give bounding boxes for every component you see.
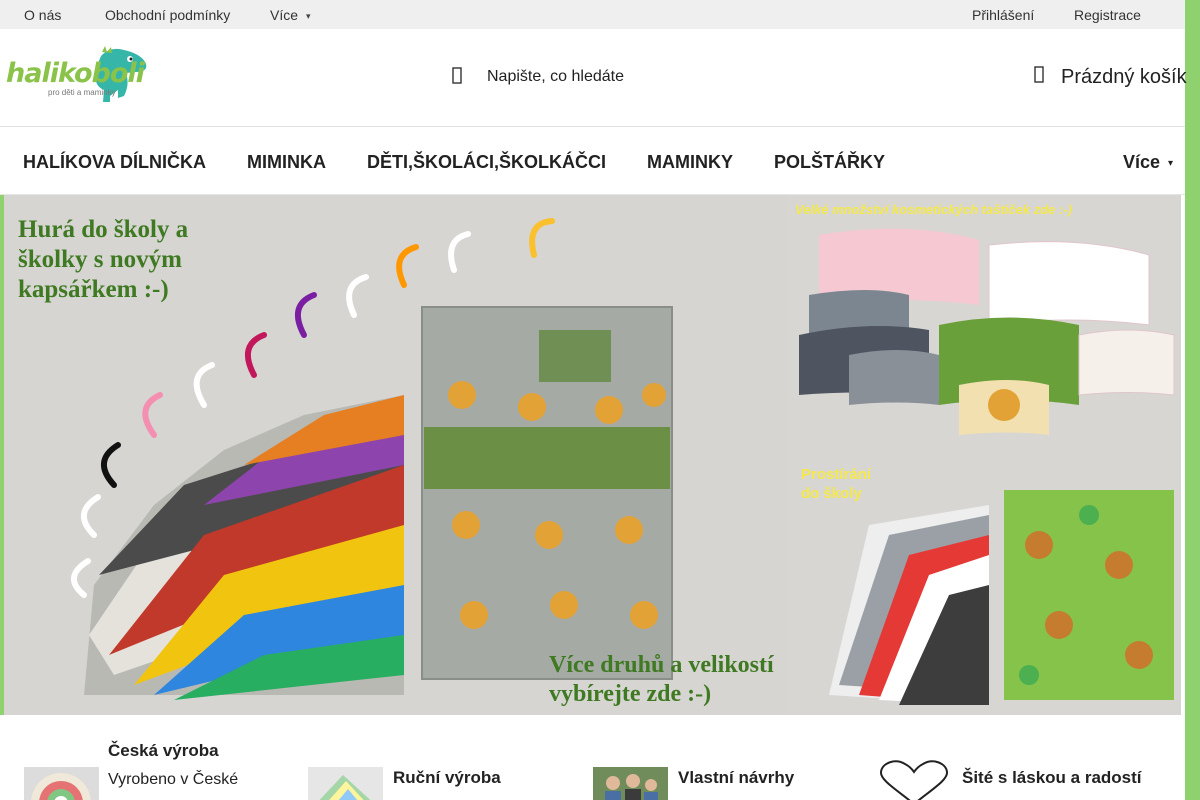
chevron-down-icon: ▾ xyxy=(1168,158,1174,169)
header: halikoboli pro děti a maminky Napište, c… xyxy=(0,29,1187,127)
banner-footer-text: Více druhů a velikostí vybírejte zde :-) xyxy=(549,651,774,709)
top-link-about[interactable]: O nás xyxy=(24,7,61,23)
cart-button[interactable]: Prázdný košík xyxy=(1033,64,1187,89)
top-link-terms[interactable]: Obchodní podmínky xyxy=(105,7,230,23)
cart-label: Prázdný košík xyxy=(1061,66,1187,88)
benefits-strip: Česká výroba Vyrobeno v České Ruční výro… xyxy=(0,715,1185,800)
benefit-title-own-designs: Vlastní návrhy xyxy=(678,768,795,787)
benefit-title-love: Šité s láskou a radostí xyxy=(962,768,1142,787)
heart-icon xyxy=(877,760,952,800)
top-more-label: Více xyxy=(270,7,299,23)
banner-cosmetic-bags[interactable]: Velké množství kosmetických taštiček zde… xyxy=(789,195,1181,455)
nav-more-label: Více xyxy=(1123,152,1161,172)
banner-footer-line: vybírejte zde :-) xyxy=(549,681,712,707)
nav-item-more[interactable]: Více ▾ xyxy=(1123,152,1173,173)
main-navigation: HALÍKOVA DÍLNIČKA MIMINKA DĚTI,ŠKOLÁCI,Š… xyxy=(0,127,1185,195)
benefit-text-czech: Vyrobeno v České xyxy=(108,771,239,788)
benefit-thumbnail-handmade xyxy=(308,767,383,800)
nav-item-polstarky[interactable]: POLŠTÁŘKY xyxy=(774,152,885,173)
nav-item-miminka[interactable]: MIMINKA xyxy=(247,152,326,173)
nav-item-maminky[interactable]: MAMINKY xyxy=(647,152,733,173)
nav-item-halikova-dilnicka[interactable]: HALÍKOVA DÍLNIČKA xyxy=(23,152,206,173)
search-icon xyxy=(451,65,471,89)
page-edge-decoration xyxy=(1185,0,1200,800)
logo-tagline: pro děti a maminky xyxy=(48,88,116,97)
cosmetic-bags-caption: Velké množství kosmetických taštiček zde… xyxy=(795,202,1072,217)
top-link-more[interactable]: Více ▾ xyxy=(270,7,311,23)
banner-placemats[interactable]: Prostírání do školy xyxy=(789,455,1181,715)
chevron-down-icon: ▾ xyxy=(306,11,311,21)
placemats-caption-line: do školy xyxy=(801,485,862,502)
banner-headline: Hurá do školy a školky s novým kapsářkem… xyxy=(18,215,188,305)
register-link[interactable]: Registrace xyxy=(1074,7,1141,23)
benefit-thumbnail-czech xyxy=(24,767,99,800)
logo-wordmark: halikoboli xyxy=(6,58,145,89)
top-bar: O nás Obchodní podmínky Více ▾ Přihlášení… xyxy=(0,0,1185,29)
banner-headline-line: školky s novým xyxy=(18,246,182,273)
cart-icon xyxy=(1033,64,1049,86)
benefit-title-handmade: Ruční výroba xyxy=(393,768,501,787)
benefit-thumbnail-own-designs xyxy=(593,767,668,800)
placemats-caption-line: Prostírání xyxy=(801,466,872,483)
banner-footer-line: Více druhů a velikostí xyxy=(549,652,774,678)
search-input[interactable]: Napište, co hledáte xyxy=(487,68,624,86)
banner-headline-line: Hurá do školy a xyxy=(18,216,189,243)
benefit-title-czech: Česká výroba xyxy=(108,741,219,760)
login-link[interactable]: Přihlášení xyxy=(972,7,1034,23)
banner-headline-line: kapsářkem :-) xyxy=(18,276,169,303)
cosmetic-bags-illustration xyxy=(799,228,1175,435)
placemats-caption: Prostírání do školy xyxy=(801,465,871,503)
nav-item-deti-skolaci[interactable]: DĚTI,ŠKOLÁCI,ŠKOLKÁČCI xyxy=(367,152,606,173)
hero-banner-pocket-organizers[interactable]: Hurá do školy a školky s novým kapsářkem… xyxy=(4,195,789,715)
site-logo[interactable]: halikoboli pro děti a maminky xyxy=(6,46,152,104)
